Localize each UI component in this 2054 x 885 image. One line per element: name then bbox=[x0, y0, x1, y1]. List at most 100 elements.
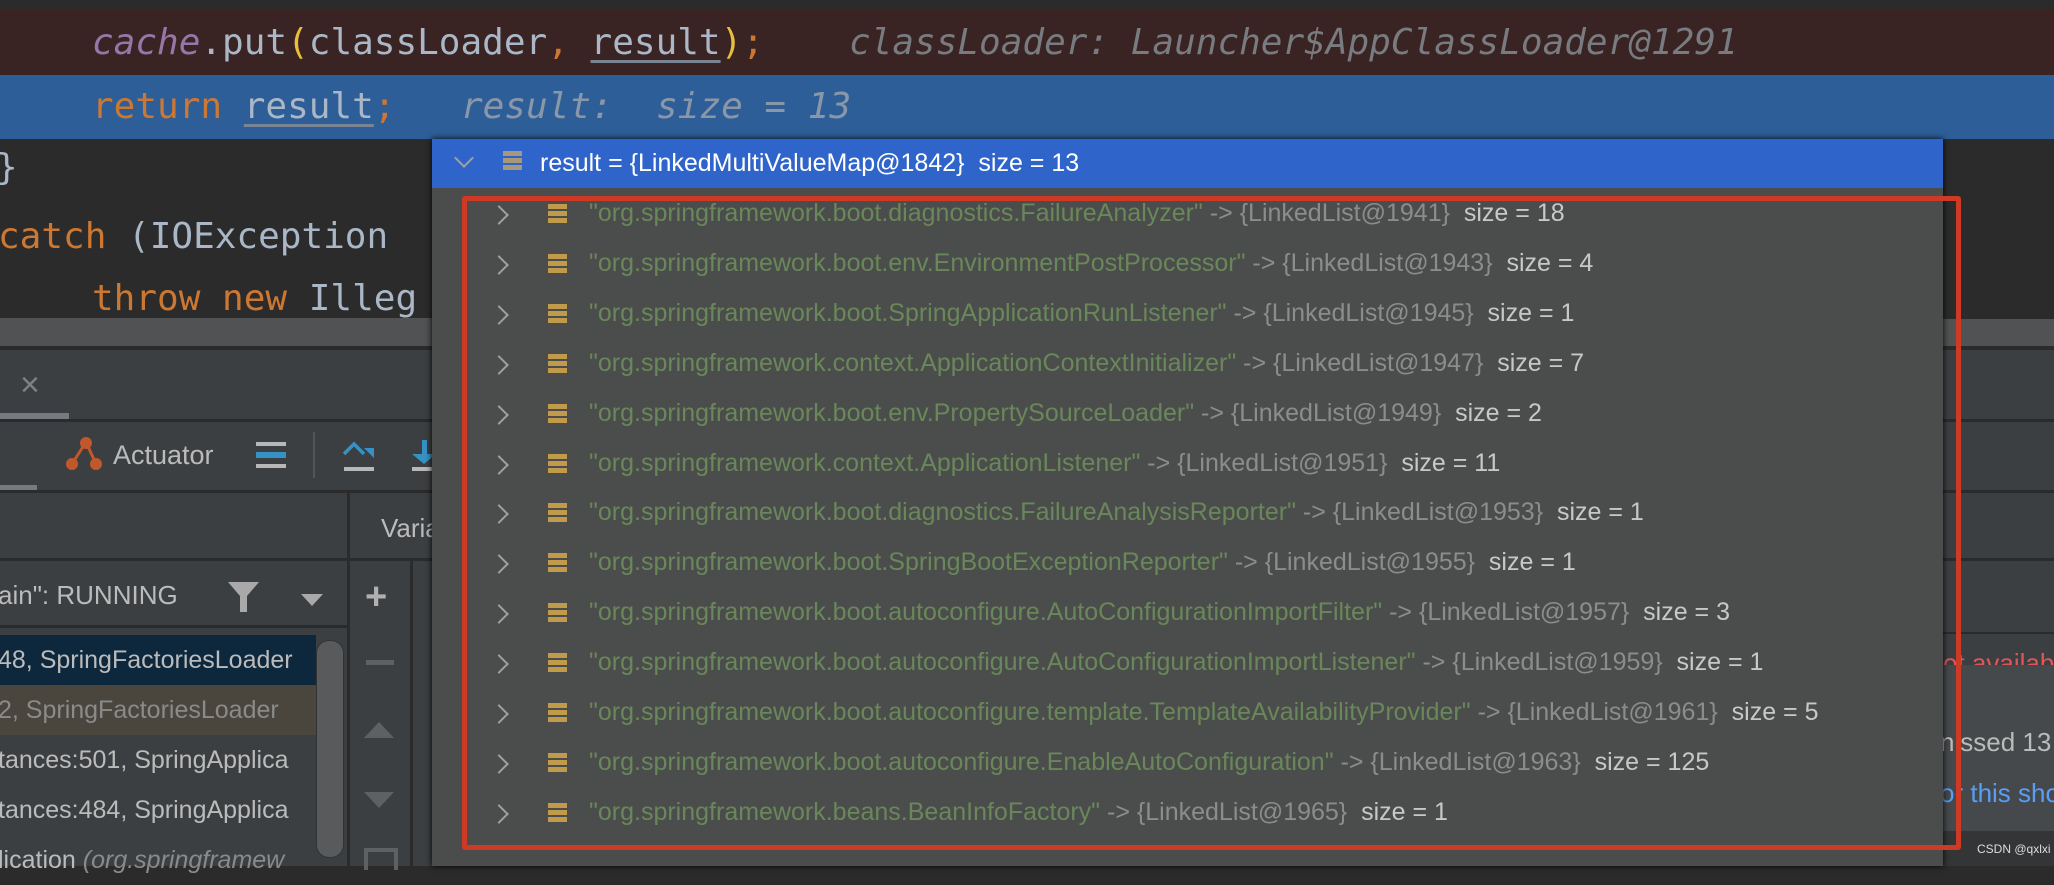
chevron-right-icon[interactable] bbox=[489, 704, 509, 724]
popup-header-row[interactable]: result = {LinkedMultiValueMap@1842} size… bbox=[432, 139, 1943, 188]
frame-label: 2, SpringFactoriesLoader bbox=[0, 696, 279, 724]
actuator-icon bbox=[66, 436, 106, 472]
chevron-right-icon[interactable] bbox=[489, 254, 509, 275]
frame-label: 48, SpringFactoriesLoader bbox=[0, 646, 293, 674]
entry-size: size = 1 bbox=[1487, 298, 1575, 327]
remove-watch-icon[interactable] bbox=[366, 660, 394, 665]
entry-text: "org.springframework.boot.autoconfigure.… bbox=[589, 748, 1709, 777]
entry-arrow: -> bbox=[1227, 548, 1265, 577]
chevron-right-icon[interactable] bbox=[489, 604, 509, 625]
layout-menu-icon[interactable] bbox=[256, 442, 286, 470]
map-entry-row[interactable]: "org.springframework.context.Application… bbox=[432, 339, 1943, 389]
entry-arrow: -> bbox=[1295, 498, 1333, 527]
entry-text: "org.springframework.context.Application… bbox=[589, 349, 1584, 378]
map-entry-row[interactable]: "org.springframework.beans.BeanInfoFacto… bbox=[432, 788, 1943, 838]
code-line: } bbox=[0, 142, 18, 194]
step-into-icon[interactable] bbox=[410, 440, 432, 472]
map-entry-row[interactable]: "org.springframework.boot.SpringApplicat… bbox=[432, 289, 1943, 339]
entry-key: "org.springframework.boot.SpringBootExce… bbox=[589, 548, 1228, 577]
code-line-breakpoint[interactable]: cache.put(classLoader, result); classLoad… bbox=[0, 10, 2054, 75]
entry-text: "org.springframework.boot.env.PropertySo… bbox=[589, 399, 1542, 428]
entry-value: {LinkedList@1959} bbox=[1452, 648, 1663, 677]
code-token: ( bbox=[287, 22, 309, 63]
step-over-icon[interactable] bbox=[342, 440, 376, 472]
frame-item[interactable]: tances:501, SpringApplica bbox=[0, 735, 316, 785]
frame-label: tances:484, SpringApplica bbox=[0, 796, 289, 824]
chevron-right-icon[interactable] bbox=[489, 803, 509, 824]
entry-text: "org.springframework.boot.diagnostics.Fa… bbox=[589, 498, 1644, 527]
notification-text: nissed 13 bbox=[1940, 727, 2052, 757]
map-entry-row[interactable]: "org.springframework.boot.SpringBootExce… bbox=[432, 538, 1943, 588]
code-token: ) bbox=[720, 22, 743, 63]
entry-value: {LinkedList@1951} bbox=[1177, 448, 1388, 477]
entry-value: {LinkedList@1943} bbox=[1282, 248, 1493, 277]
chevron-right-icon[interactable] bbox=[489, 404, 509, 425]
entry-key: "org.springframework.boot.env.PropertySo… bbox=[589, 398, 1195, 427]
duplicate-icon[interactable] bbox=[364, 848, 398, 870]
entry-key: "org.springframework.boot.autoconfigure.… bbox=[589, 598, 1383, 627]
thread-selector[interactable]: ain": RUNNING bbox=[0, 580, 178, 611]
map-entry-row[interactable]: "org.springframework.boot.env.Environmen… bbox=[432, 239, 1943, 289]
variables-tab[interactable]: Varia bbox=[381, 513, 440, 544]
chevron-right-icon[interactable] bbox=[489, 354, 509, 375]
entry-value: {LinkedList@1953} bbox=[1332, 498, 1544, 527]
entry-icon bbox=[548, 653, 567, 673]
map-entry-row[interactable]: "org.springframework.boot.autoconfigure.… bbox=[432, 738, 1943, 788]
entry-arrow: -> bbox=[1245, 248, 1283, 277]
notification-link[interactable]: or this sho bbox=[1940, 778, 2054, 809]
chevron-right-icon[interactable] bbox=[489, 554, 509, 575]
inline-debug-hint: classLoader: Launcher$AppClassLoader@129… bbox=[849, 22, 1738, 63]
map-entry-row[interactable]: "org.springframework.boot.autoconfigure.… bbox=[432, 588, 1943, 638]
entry-icon bbox=[548, 703, 567, 722]
chevron-right-icon[interactable] bbox=[489, 753, 509, 774]
move-up-icon[interactable] bbox=[364, 722, 394, 743]
map-entry-row[interactable]: "org.springframework.boot.diagnostics.Fa… bbox=[432, 488, 1943, 538]
chevron-right-icon[interactable] bbox=[489, 504, 509, 525]
field-icon bbox=[503, 151, 522, 170]
code-token: .put bbox=[200, 22, 288, 63]
chevron-right-icon[interactable] bbox=[489, 654, 509, 674]
map-entry-row[interactable]: "org.springframework.boot.autoconfigure.… bbox=[432, 638, 1943, 688]
close-tab-icon[interactable]: × bbox=[20, 368, 40, 402]
filter-icon[interactable] bbox=[228, 582, 259, 619]
frame-item[interactable]: 48, SpringFactoriesLoader bbox=[0, 635, 316, 685]
watermark: CSDN @qxlxi bbox=[1977, 842, 2051, 856]
variable-inspector-popup: result = {LinkedMultiValueMap@1842} size… bbox=[432, 139, 1943, 866]
code-token: , bbox=[547, 22, 591, 63]
map-entry-row[interactable]: "org.springframework.context.Application… bbox=[432, 439, 1943, 489]
actuator-tab[interactable]: Actuator bbox=[113, 440, 214, 471]
code-line: catch (IOException bbox=[0, 210, 388, 264]
entry-size: size = 3 bbox=[1643, 598, 1731, 627]
entry-icon bbox=[548, 303, 567, 323]
frame-label: tances:501, SpringApplica bbox=[0, 746, 289, 774]
map-entry-row[interactable]: "org.springframework.boot.diagnostics.Fa… bbox=[432, 189, 1943, 239]
entry-icon bbox=[548, 253, 567, 273]
entry-icon bbox=[548, 403, 567, 423]
frames-scrollbar[interactable] bbox=[316, 640, 344, 858]
add-watch-button[interactable]: + bbox=[365, 578, 387, 616]
code-token: result bbox=[590, 22, 721, 63]
entry-text: "org.springframework.boot.SpringApplicat… bbox=[589, 299, 1574, 328]
code-token: ; bbox=[373, 86, 396, 127]
entry-icon bbox=[548, 503, 567, 523]
map-entry-row[interactable]: "org.springframework.boot.env.PropertySo… bbox=[432, 389, 1943, 439]
code-line-execution-point[interactable]: return result; result: size = 13 bbox=[0, 75, 2054, 139]
entry-arrow: -> bbox=[1140, 448, 1178, 477]
entry-value: {LinkedList@1941} bbox=[1239, 199, 1450, 227]
entry-text: "org.springframework.boot.autoconfigure.… bbox=[589, 598, 1730, 627]
chevron-down-icon[interactable] bbox=[454, 148, 474, 168]
chevron-right-icon[interactable] bbox=[489, 304, 509, 325]
code-token: result bbox=[243, 86, 374, 127]
chevron-right-icon[interactable] bbox=[489, 205, 509, 225]
map-entry-row[interactable]: "org.springframework.boot.autoconfigure.… bbox=[432, 688, 1943, 738]
dropdown-arrow-icon[interactable] bbox=[301, 593, 323, 611]
chevron-right-icon[interactable] bbox=[489, 454, 509, 475]
move-down-icon[interactable] bbox=[364, 792, 394, 813]
frame-item[interactable]: 2, SpringFactoriesLoader bbox=[0, 685, 316, 735]
frame-item[interactable]: tances:484, SpringApplica bbox=[0, 785, 316, 835]
entry-icon bbox=[548, 453, 567, 473]
entry-value: {LinkedList@1947} bbox=[1273, 348, 1484, 377]
editor-background bbox=[1943, 139, 2054, 319]
code-token: cache bbox=[92, 22, 201, 63]
frame-item[interactable]: lication (org.springframew bbox=[0, 835, 316, 885]
